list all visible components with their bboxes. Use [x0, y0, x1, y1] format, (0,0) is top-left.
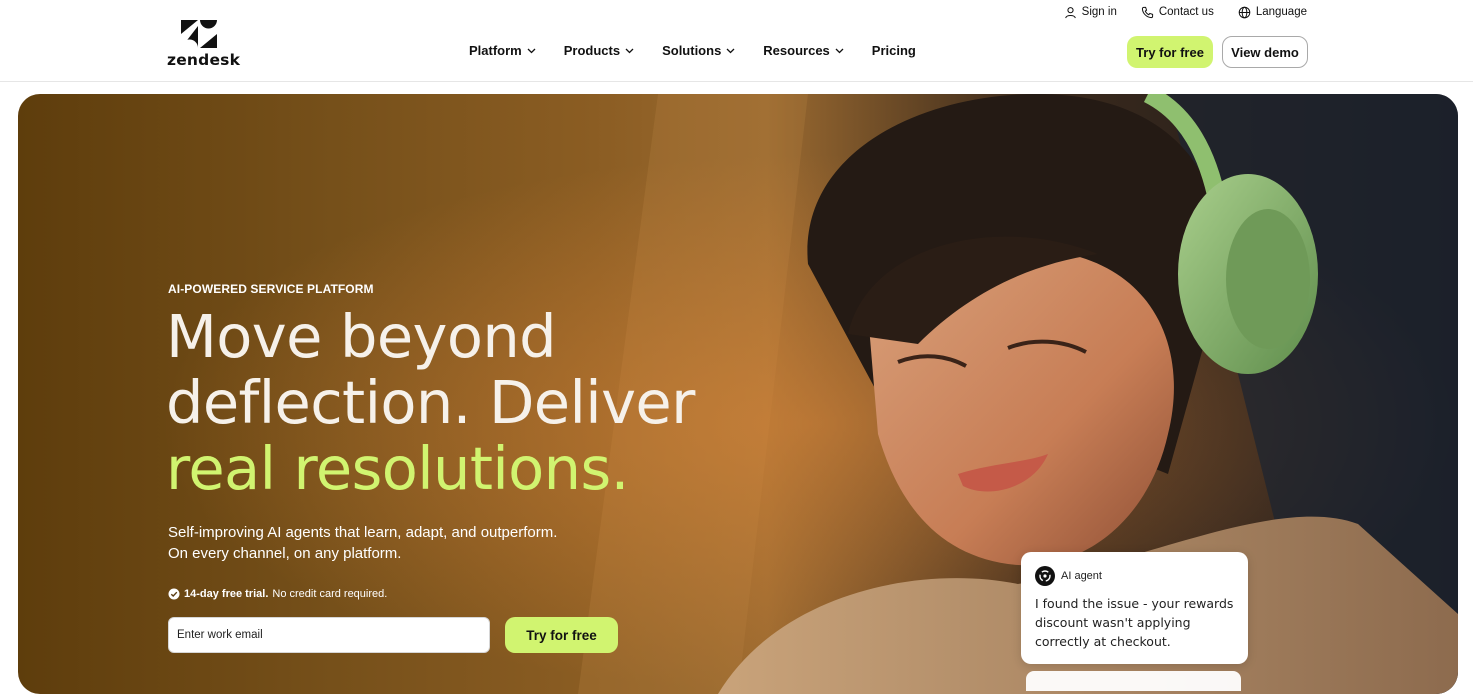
main-nav: Platform Products Solutions Resources Pr…: [469, 43, 916, 58]
trial-rest: No credit card required.: [272, 588, 388, 600]
nav-label: Pricing: [871, 43, 916, 58]
sub-line-1: Self-improving AI agents that learn, ada…: [168, 524, 558, 541]
nav-item-solutions[interactable]: Solutions: [662, 43, 735, 58]
sub-line-2: On every channel, on any platform.: [168, 545, 402, 562]
contact-us-link[interactable]: Contact us: [1141, 6, 1214, 19]
chevron-down-icon: [527, 48, 536, 53]
check-circle-icon: [168, 588, 180, 600]
headline-line-1: Move beyond: [166, 302, 557, 371]
sign-in-link[interactable]: Sign in: [1064, 6, 1117, 19]
language-label: Language: [1255, 6, 1307, 18]
globe-icon: [1238, 6, 1251, 18]
nav-label: Platform: [469, 43, 522, 58]
nav-label: Products: [563, 43, 621, 58]
chevron-down-icon: [835, 48, 844, 53]
user-icon: [1064, 6, 1076, 18]
phone-icon: [1141, 6, 1153, 18]
view-demo-button[interactable]: View demo: [1222, 36, 1308, 68]
ai-agent-chat-card: AI agent I found the issue - your reward…: [1021, 552, 1248, 664]
sign-in-label: Sign in: [1081, 6, 1117, 18]
hero-try-for-free-button[interactable]: Try for free: [505, 617, 618, 653]
nav-label: Solutions: [662, 43, 722, 58]
chat-sender-name: AI agent: [1061, 570, 1102, 582]
try-for-free-button[interactable]: Try for free: [1127, 36, 1213, 68]
ai-agent-avatar-icon: [1035, 566, 1055, 586]
language-selector[interactable]: Language: [1238, 6, 1307, 19]
work-email-input[interactable]: [168, 617, 490, 653]
trial-note: 14-day free trial. No credit card requir…: [168, 588, 387, 600]
utility-nav: Sign in Contact us Language: [1064, 4, 1307, 20]
nav-label: Resources: [763, 43, 830, 58]
nav-item-pricing[interactable]: Pricing: [872, 43, 916, 58]
zendesk-mark-icon: [181, 20, 217, 48]
zendesk-logo[interactable]: zendesk: [167, 20, 240, 69]
chevron-down-icon: [726, 48, 735, 53]
chat-message: I found the issue - your rewards discoun…: [1035, 596, 1234, 649]
chat-card-next: [1026, 671, 1241, 691]
trial-bold: 14-day free trial.: [184, 588, 269, 600]
chevron-down-icon: [625, 48, 634, 53]
chat-sender: AI agent: [1035, 566, 1234, 586]
site-header: zendesk Sign in Contact us Language Plat…: [0, 0, 1473, 82]
hero-eyebrow: AI-POWERED SERVICE PLATFORM: [168, 282, 374, 296]
headline-accent: real resolutions.: [166, 434, 629, 503]
hero-headline: Move beyond deflection. Deliver real res…: [166, 304, 786, 502]
contact-us-label: Contact us: [1158, 6, 1214, 18]
nav-item-products[interactable]: Products: [564, 43, 634, 58]
hero-subheading: Self-improving AI agents that learn, ada…: [168, 522, 557, 564]
nav-item-resources[interactable]: Resources: [763, 43, 844, 58]
nav-item-platform[interactable]: Platform: [469, 43, 536, 58]
hero-section: AI-POWERED SERVICE PLATFORM Move beyond …: [18, 94, 1458, 694]
brand-wordmark: zendesk: [167, 51, 241, 69]
headline-line-2: deflection. Deliver: [166, 368, 695, 437]
